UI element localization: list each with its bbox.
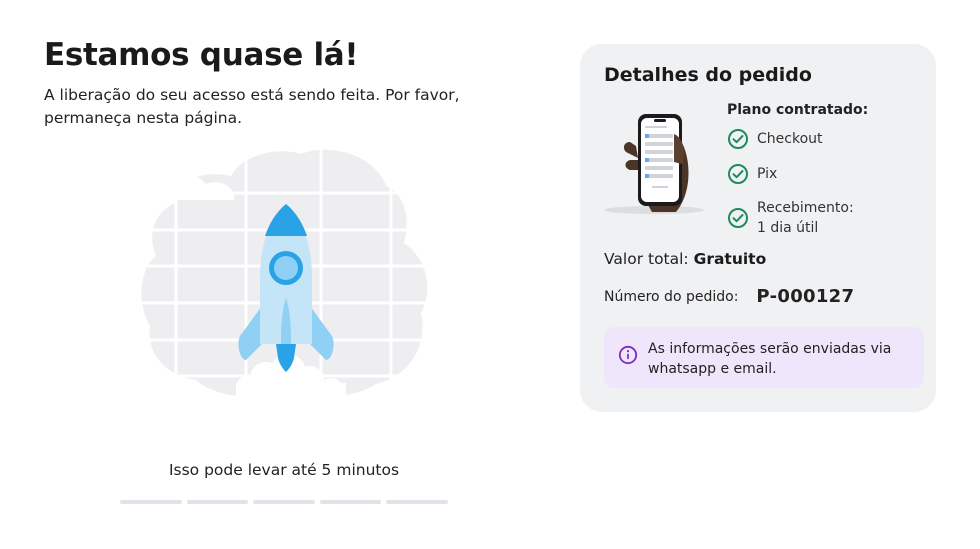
info-icon: [618, 345, 638, 365]
plan-details: Plano contratado: Checkout Pix Recebimen…: [727, 102, 927, 251]
order-number: P-000127: [756, 286, 855, 307]
info-message: As informações serão enviadas via whatsa…: [648, 341, 892, 377]
progress-segment: [253, 500, 315, 504]
plan-item-pix: Pix: [727, 163, 927, 185]
plan-item-label: Checkout: [757, 131, 823, 147]
check-circle-icon: [727, 163, 749, 185]
status-panel: Estamos quase lá! A liberação do seu ace…: [44, 36, 484, 130]
plan-item-checkout: Checkout: [727, 128, 927, 150]
info-banner: As informações serão enviadas via whatsa…: [604, 327, 924, 388]
wait-message: Isso pode levar até 5 minutos: [168, 461, 400, 479]
check-circle-icon: [727, 128, 749, 150]
progress-segment: [319, 500, 382, 504]
plan-item-label: Recebimento: 1 dia útil: [757, 200, 854, 236]
plan-list: Checkout Pix Recebimento: 1 dia útil: [727, 128, 927, 238]
progress-segment: [386, 500, 448, 504]
progress-segment: [120, 500, 182, 504]
progress-segment: [186, 500, 249, 504]
check-circle-icon: [727, 207, 749, 229]
order-details-card: Detalhes do pedido Plano contratado: Che…: [580, 44, 936, 412]
plan-item-label: Pix: [757, 166, 778, 182]
total-amount: Gratuito: [693, 250, 767, 268]
rocket-illustration: [136, 148, 436, 403]
total-label: Valor total:: [604, 250, 689, 268]
plan-item-recebimento: Recebimento: 1 dia útil: [727, 198, 927, 238]
total-value: Valor total: Gratuito: [604, 250, 766, 268]
page-title: Estamos quase lá!: [44, 37, 359, 73]
order-details-title: Detalhes do pedido: [604, 64, 812, 86]
order-number-row: Número do pedido: P-000127: [604, 286, 854, 307]
progress-bar: [120, 500, 448, 504]
phone-illustration: [602, 106, 706, 218]
plan-label: Plano contratado:: [727, 102, 869, 118]
order-number-label: Número do pedido:: [604, 288, 739, 305]
page-subtitle: A liberação do seu acesso está sendo fei…: [44, 86, 460, 127]
